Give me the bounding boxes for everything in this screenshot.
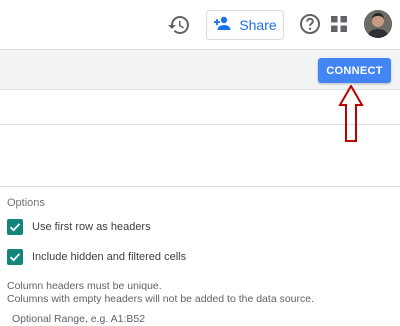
checkbox-first-row-headers[interactable] [7, 219, 23, 235]
help-icon[interactable] [298, 12, 322, 36]
connect-button[interactable]: CONNECT [318, 58, 391, 83]
avatar[interactable] [364, 10, 392, 38]
include-hidden-label: Include hidden and filtered cells [32, 251, 187, 263]
history-icon[interactable] [166, 12, 192, 38]
note-unique-headers: Column headers must be unique. [7, 280, 162, 292]
check-icon [9, 223, 21, 232]
share-button[interactable]: Share [206, 10, 284, 40]
note-empty-headers: Columns with empty headers will not be a… [7, 293, 315, 305]
option-first-row-headers[interactable]: Use first row as headers [7, 219, 151, 235]
options-heading: Options [7, 197, 45, 209]
share-label: Share [239, 17, 277, 33]
checkbox-include-hidden[interactable] [7, 249, 23, 265]
top-bar: Share [0, 0, 400, 50]
up-arrow-annotation [338, 85, 364, 142]
add-person-icon [213, 15, 233, 36]
divider [0, 186, 400, 187]
apps-grid-icon[interactable] [331, 16, 347, 32]
first-row-headers-label: Use first row as headers [32, 221, 151, 233]
range-input[interactable]: Optional Range, e.g. A1:B52 [12, 313, 145, 325]
option-include-hidden[interactable]: Include hidden and filtered cells [7, 249, 186, 265]
check-icon [9, 253, 21, 262]
